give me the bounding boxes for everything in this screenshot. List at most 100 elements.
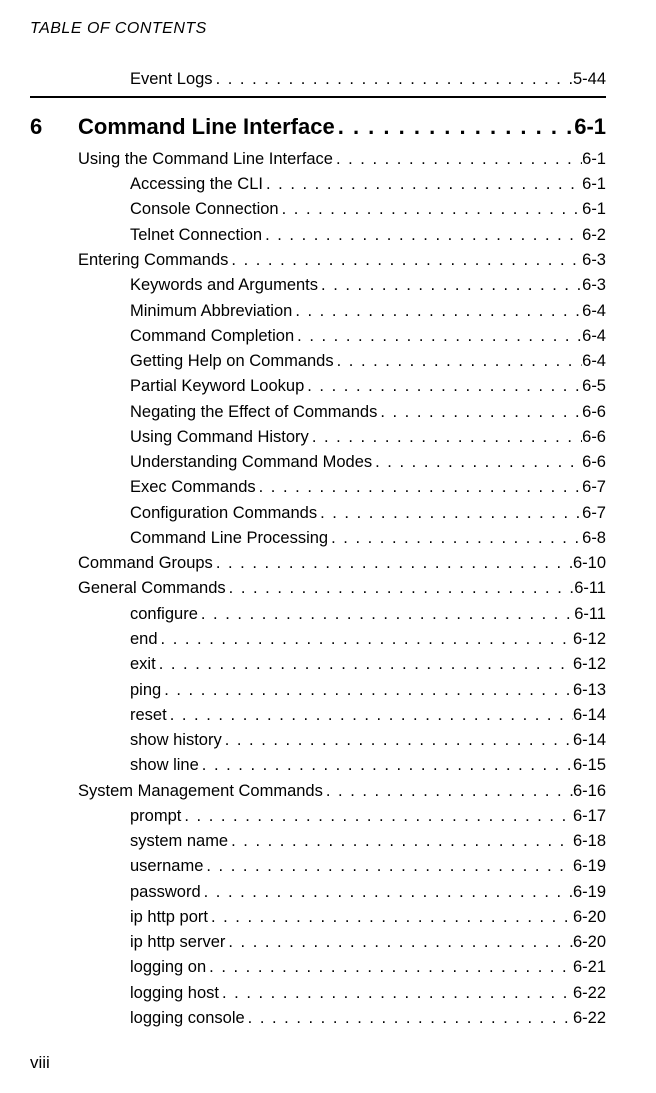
toc-label: Event Logs (130, 68, 213, 90)
page: TABLE OF CONTENTS Event Logs . . . . . .… (0, 0, 656, 1093)
toc-entry: Configuration Commands. . . . . . . . . … (30, 502, 606, 524)
toc-label: Minimum Abbreviation (130, 300, 292, 322)
toc-leader: . . . . . . . . . . . . . . . . . . . . … (335, 112, 574, 142)
toc-entry: end. . . . . . . . . . . . . . . . . . .… (30, 628, 606, 650)
toc-entry: Partial Keyword Lookup. . . . . . . . . … (30, 375, 606, 397)
toc-label: General Commands (78, 577, 226, 599)
toc-label: Understanding Command Modes (130, 451, 372, 473)
toc-label: Exec Commands (130, 476, 256, 498)
toc-label: Keywords and Arguments (130, 274, 318, 296)
toc-entry: Understanding Command Modes. . . . . . .… (30, 451, 606, 473)
toc-leader: . . . . . . . . . . . . . . . . . . . . … (318, 274, 582, 296)
toc-entry: system name. . . . . . . . . . . . . . .… (30, 830, 606, 852)
toc-page: 6-15 (573, 754, 606, 776)
toc-entry: show history. . . . . . . . . . . . . . … (30, 729, 606, 751)
toc-entry: ip http server. . . . . . . . . . . . . … (30, 931, 606, 953)
toc-label: Getting Help on Commands (130, 350, 334, 372)
toc-page: 6-1 (582, 148, 606, 170)
toc-entry: Console Connection. . . . . . . . . . . … (30, 198, 606, 220)
toc-page: 6-18 (573, 830, 606, 852)
toc-entry: Getting Help on Commands. . . . . . . . … (30, 350, 606, 372)
toc-page: 6-1 (582, 173, 606, 195)
toc-label: logging console (130, 1007, 245, 1029)
toc-leader: . . . . . . . . . . . . . . . . . . . . … (304, 375, 582, 397)
toc-leader: . . . . . . . . . . . . . . . . . . . . … (222, 729, 573, 751)
toc-page: 6-19 (573, 881, 606, 903)
toc-leader: . . . . . . . . . . . . . . . . . . . . … (208, 906, 573, 928)
toc-page: 6-2 (582, 224, 606, 246)
toc-entry: Entering Commands. . . . . . . . . . . .… (30, 249, 606, 271)
toc-page: 6-3 (582, 249, 606, 271)
divider (30, 96, 606, 98)
toc-entry: ping. . . . . . . . . . . . . . . . . . … (30, 679, 606, 701)
toc-label: Console Connection (130, 198, 279, 220)
toc-leader: . . . . . . . . . . . . . . . . . . . . … (372, 451, 582, 473)
toc-leader: . . . . . . . . . . . . . . . . . . . . … (377, 401, 582, 423)
toc-leader: . . . . . . . . . . . . . . . . . . . . … (225, 931, 573, 953)
toc-page: 6-13 (573, 679, 606, 701)
toc-page: 6-6 (582, 451, 606, 473)
toc-page: 6-20 (573, 931, 606, 953)
toc-entry: exit. . . . . . . . . . . . . . . . . . … (30, 653, 606, 675)
toc-label: password (130, 881, 201, 903)
chapter-page: 6-1 (574, 112, 606, 142)
toc-label: Configuration Commands (130, 502, 317, 524)
toc-page: 5-44 (573, 68, 606, 90)
toc-leader: . . . . . . . . . . . . . . . . . . . . … (228, 830, 573, 852)
toc-page: 6-6 (582, 426, 606, 448)
toc-entry: reset. . . . . . . . . . . . . . . . . .… (30, 704, 606, 726)
toc-leader: . . . . . . . . . . . . . . . . . . . . … (161, 679, 573, 701)
toc-label: Negating the Effect of Commands (130, 401, 377, 423)
toc-entry: Command Groups. . . . . . . . . . . . . … (30, 552, 606, 574)
toc-leader: . . . . . . . . . . . . . . . . . . . . … (158, 628, 573, 650)
toc-page: 6-6 (582, 401, 606, 423)
toc-entry: logging on. . . . . . . . . . . . . . . … (30, 956, 606, 978)
toc-leader: . . . . . . . . . . . . . . . . . . . . … (334, 350, 583, 372)
toc-page: 6-14 (573, 729, 606, 751)
toc-label: Using the Command Line Interface (78, 148, 333, 170)
page-number: viii (30, 1053, 606, 1073)
toc-page: 6-22 (573, 982, 606, 1004)
toc-entry: Minimum Abbreviation. . . . . . . . . . … (30, 300, 606, 322)
toc-leader: . . . . . . . . . . . . . . . . . . . . … (262, 224, 582, 246)
toc-leader: . . . . . . . . . . . . . . . . . . . . … (213, 552, 573, 574)
toc-leader: . . . . . . . . . . . . . . . . . . . . … (201, 881, 573, 903)
toc-label: reset (130, 704, 167, 726)
toc-entry: logging console. . . . . . . . . . . . .… (30, 1007, 606, 1029)
toc-label: Using Command History (130, 426, 309, 448)
toc-label: prompt (130, 805, 181, 827)
toc-body: Using the Command Line Interface . . . . … (30, 148, 606, 1029)
toc-label: show history (130, 729, 222, 751)
toc-entry: password. . . . . . . . . . . . . . . . … (30, 881, 606, 903)
toc-leader: . . . . . . . . . . . . . . . . . . . . … (309, 426, 582, 448)
toc-entry: prompt. . . . . . . . . . . . . . . . . … (30, 805, 606, 827)
toc-entry: username. . . . . . . . . . . . . . . . … (30, 855, 606, 877)
toc-label: ip http port (130, 906, 208, 928)
toc-page: 6-4 (582, 300, 606, 322)
toc-label: Accessing the CLI (130, 173, 263, 195)
toc-label: logging host (130, 982, 219, 1004)
toc-page: 6-12 (573, 653, 606, 675)
toc-entry: Command Line Processing. . . . . . . . .… (30, 527, 606, 549)
toc-leader: . . . . . . . . . . . . . . . . . . . . … (213, 68, 573, 90)
toc-entry: General Commands. . . . . . . . . . . . … (30, 577, 606, 599)
toc-entry: Negating the Effect of Commands. . . . .… (30, 401, 606, 423)
toc-leader: . . . . . . . . . . . . . . . . . . . . … (219, 982, 573, 1004)
toc-page: 6-19 (573, 855, 606, 877)
toc-entry: Using Command History. . . . . . . . . .… (30, 426, 606, 448)
toc-leader: . . . . . . . . . . . . . . . . . . . . … (226, 577, 575, 599)
toc-page: 6-12 (573, 628, 606, 650)
chapter-heading: 6 Command Line Interface . . . . . . . .… (30, 112, 606, 142)
toc-entry: ip http port. . . . . . . . . . . . . . … (30, 906, 606, 928)
toc-leader: . . . . . . . . . . . . . . . . . . . . … (156, 653, 573, 675)
toc-leader: . . . . . . . . . . . . . . . . . . . . … (263, 173, 582, 195)
toc-entry: System Management Commands. . . . . . . … (30, 780, 606, 802)
chapter-title: Command Line Interface (78, 112, 335, 142)
toc-label: show line (130, 754, 199, 776)
page-header: TABLE OF CONTENTS (30, 20, 606, 38)
toc-entry: Exec Commands. . . . . . . . . . . . . .… (30, 476, 606, 498)
toc-label: Partial Keyword Lookup (130, 375, 304, 397)
toc-entry: Event Logs . . . . . . . . . . . . . . .… (30, 68, 606, 90)
toc-leader: . . . . . . . . . . . . . . . . . . . . … (323, 780, 573, 802)
toc-leader: . . . . . . . . . . . . . . . . . . . . … (292, 300, 582, 322)
